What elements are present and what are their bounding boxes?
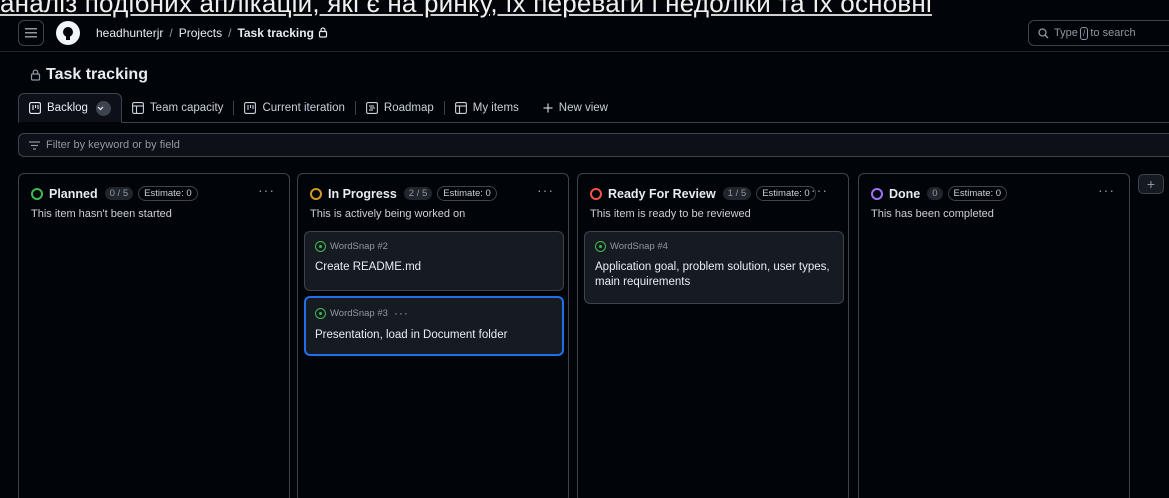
column-description: This has been completed — [871, 208, 994, 220]
column-count-badge: 0 / 5 — [104, 187, 134, 200]
card-title[interactable]: Application goal, problem solution, user… — [595, 260, 833, 290]
card-title[interactable]: Create README.md — [315, 260, 553, 275]
add-column-button[interactable]: + — [1138, 174, 1164, 194]
column-description: This item is ready to be reviewed — [590, 208, 751, 220]
column-title: Planned — [49, 186, 98, 201]
card-meta: WordSnap #3 ··· — [315, 306, 553, 320]
card-meta: WordSnap #2 — [315, 241, 553, 252]
search-icon — [1038, 27, 1049, 38]
view-tabs: Backlog Team capacity Current iteration … — [18, 93, 1169, 123]
column-header: Ready For Review 1 / 5 Estimate: 0 — [590, 186, 816, 201]
chevron-down-icon — [97, 106, 104, 110]
card-reference[interactable]: WordSnap #3 — [330, 308, 388, 319]
column-estimate-badge: Estimate: 0 — [756, 186, 816, 201]
column-count-badge: 2 / 5 — [403, 187, 433, 200]
card-menu-button[interactable]: ··· — [394, 306, 409, 320]
column-menu-button[interactable]: ··· — [537, 182, 554, 198]
column-menu-button[interactable]: ··· — [1098, 182, 1115, 198]
status-circle-icon — [871, 187, 883, 200]
issue-card[interactable]: WordSnap #4 Application goal, problem so… — [584, 231, 844, 304]
project-title-text: Task tracking — [46, 66, 148, 83]
table-icon — [131, 102, 144, 114]
new-view-button[interactable]: New view — [533, 94, 618, 122]
breadcrumb-current[interactable]: Task tracking — [237, 26, 313, 40]
breadcrumb-projects[interactable]: Projects — [179, 26, 222, 40]
column-planned: Planned 0 / 5 Estimate: 0 ··· This item … — [18, 173, 290, 498]
roadmap-icon — [365, 102, 378, 114]
tab-label: Roadmap — [383, 102, 434, 114]
tab-current-iteration[interactable]: Current iteration — [234, 94, 354, 122]
issue-open-icon — [595, 241, 606, 252]
top-header: headhunterjr / Projects / Task tracking … — [0, 14, 1169, 52]
card-reference[interactable]: WordSnap #4 — [610, 241, 668, 252]
column-count-badge: 0 — [927, 187, 943, 200]
column-in-progress: In Progress 2 / 5 Estimate: 0 ··· This i… — [297, 173, 569, 498]
tab-label: Backlog — [47, 102, 88, 114]
tab-label: My items — [472, 102, 519, 114]
tab-roadmap[interactable]: Roadmap — [356, 94, 444, 122]
status-circle-icon — [31, 187, 43, 200]
filter-input[interactable]: Filter by keyword or by field — [18, 133, 1169, 157]
column-menu-button[interactable]: ··· — [811, 182, 828, 198]
breadcrumb: headhunterjr / Projects / Task tracking — [96, 26, 328, 40]
tab-team-capacity[interactable]: Team capacity — [122, 94, 234, 122]
card-meta: WordSnap #4 — [595, 241, 833, 252]
column-description: This item hasn't been started — [31, 208, 172, 220]
column-estimate-badge: Estimate: 0 — [947, 186, 1008, 201]
tab-label: Current iteration — [262, 102, 345, 114]
column-done: Done 0 Estimate: 0 ··· This has been com… — [858, 173, 1130, 498]
column-header: Planned 0 / 5 Estimate: 0 — [31, 186, 198, 201]
tab-options-button[interactable] — [95, 100, 111, 116]
column-estimate-badge: Estimate: 0 — [138, 186, 198, 201]
column-header: Done 0 Estimate: 0 — [871, 186, 1008, 201]
search-label-pre: Type — [1054, 27, 1078, 39]
filter-placeholder: Filter by keyword or by field — [46, 139, 180, 151]
search-label-post: to search — [1090, 27, 1136, 39]
column-title: In Progress — [328, 186, 397, 201]
page-title: Task tracking — [30, 66, 148, 84]
breadcrumb-owner[interactable]: headhunterjr — [96, 26, 163, 40]
search-shortcut-key: / — [1079, 26, 1089, 40]
menu-button[interactable] — [18, 19, 44, 46]
filter-icon — [29, 140, 40, 150]
table-icon — [454, 102, 467, 114]
column-ready-for-review: Ready For Review 1 / 5 Estimate: 0 ··· T… — [577, 173, 849, 498]
lock-icon — [318, 27, 328, 38]
lock-icon — [30, 69, 41, 81]
card-reference[interactable]: WordSnap #2 — [330, 241, 388, 252]
column-estimate-badge: Estimate: 0 — [437, 186, 497, 201]
column-description: This is actively being worked on — [310, 208, 466, 220]
tab-label: Team capacity — [149, 102, 224, 114]
column-count-badge: 1 / 5 — [722, 187, 752, 200]
hamburger-icon — [25, 27, 37, 37]
status-circle-icon — [310, 187, 322, 200]
issue-open-icon — [315, 307, 326, 319]
issue-open-icon — [315, 241, 326, 252]
search-input[interactable]: Type / to search — [1028, 20, 1169, 46]
tab-backlog[interactable]: Backlog — [18, 93, 122, 123]
tab-label: New view — [558, 102, 608, 114]
status-circle-icon — [590, 187, 602, 200]
plus-icon — [543, 103, 553, 113]
issue-card[interactable]: WordSnap #2 Create README.md — [304, 231, 564, 291]
column-title: Done — [889, 186, 921, 201]
overlay-caption: аналіз подібних аплікацій, які є на ринк… — [0, 0, 932, 18]
issue-card[interactable]: WordSnap #3 ··· Presentation, load in Do… — [304, 296, 564, 356]
board-icon — [29, 102, 41, 114]
column-menu-button[interactable]: ··· — [258, 182, 275, 198]
board-icon — [244, 102, 257, 114]
card-title[interactable]: Presentation, load in Document folder — [315, 328, 553, 343]
tab-my-items[interactable]: My items — [445, 94, 529, 122]
column-title: Ready For Review — [608, 186, 716, 201]
column-header: In Progress 2 / 5 Estimate: 0 — [310, 186, 497, 201]
github-logo-icon[interactable] — [56, 20, 80, 45]
